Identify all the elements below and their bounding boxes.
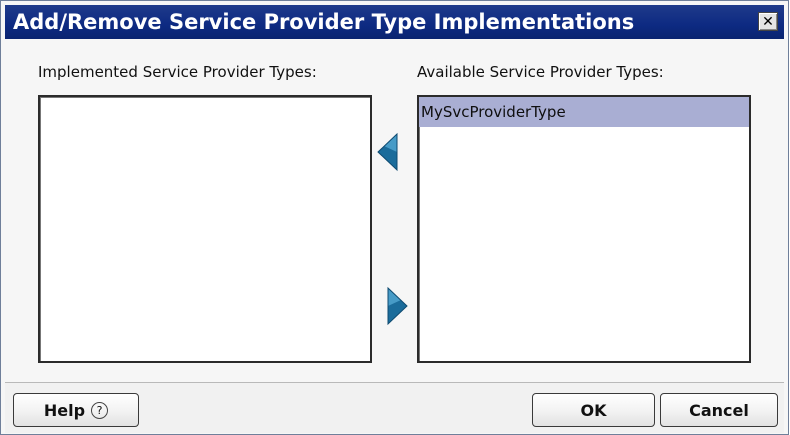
move-right-button[interactable] [386, 286, 410, 326]
close-icon: ✕ [762, 13, 774, 30]
cancel-button-label: Cancel [689, 400, 749, 420]
available-list-label: Available Service Provider Types: [417, 63, 664, 81]
close-button[interactable]: ✕ [758, 12, 778, 31]
cancel-button[interactable]: Cancel [660, 393, 778, 427]
implemented-list-label: Implemented Service Provider Types: [38, 63, 317, 81]
arrow-left-icon [377, 132, 398, 172]
ok-button-label: OK [580, 400, 607, 420]
help-icon: ? [91, 401, 109, 419]
help-button[interactable]: Help ? [13, 393, 139, 427]
ok-button[interactable]: OK [532, 393, 655, 427]
title-bar[interactable]: Add/Remove Service Provider Type Impleme… [5, 5, 784, 39]
dialog-content: Implemented Service Provider Types: Avai… [5, 39, 784, 382]
dialog: Add/Remove Service Provider Type Impleme… [0, 0, 789, 435]
button-bar: Help ? OK Cancel [5, 382, 784, 433]
move-left-button[interactable] [375, 132, 399, 172]
list-item[interactable]: MySvcProviderType [419, 97, 749, 127]
implemented-list[interactable] [38, 95, 372, 363]
available-list[interactable]: MySvcProviderType [417, 95, 751, 363]
arrow-right-icon [387, 286, 408, 326]
help-button-label: Help [43, 400, 86, 420]
window-title: Add/Remove Service Provider Type Impleme… [13, 10, 635, 34]
